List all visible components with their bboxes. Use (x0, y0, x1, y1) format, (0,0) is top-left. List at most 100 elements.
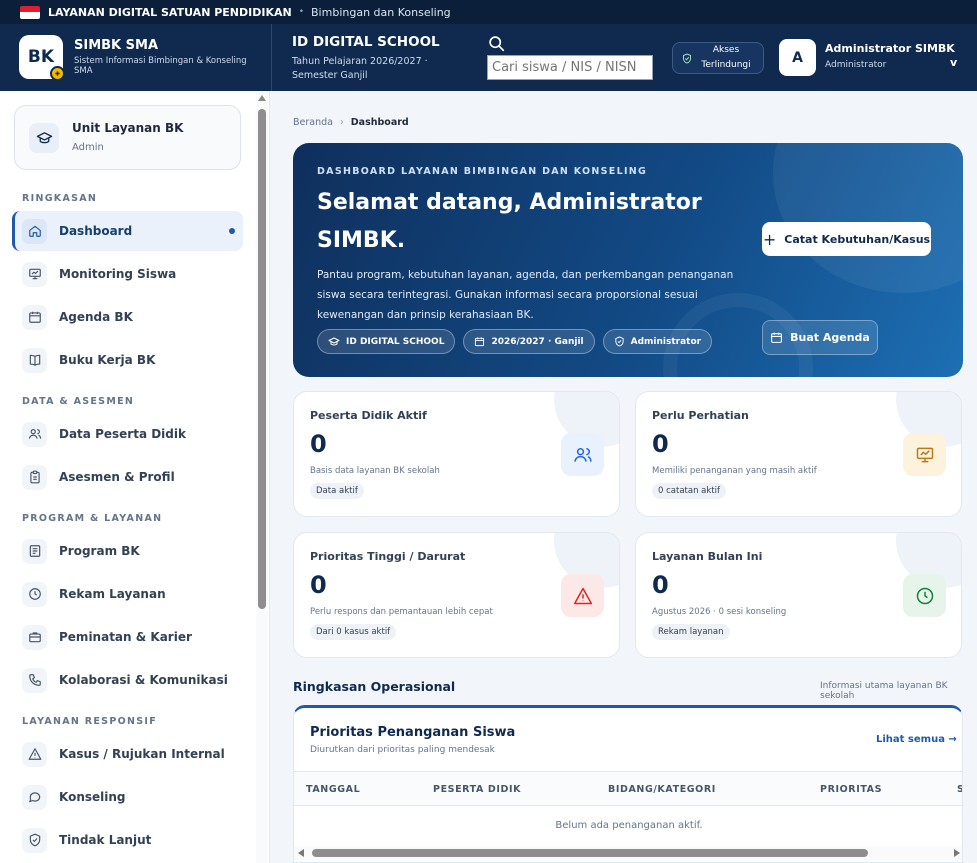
sidebar-item-asesmen-profil[interactable]: Asesmen & Profil (12, 457, 243, 497)
users-icon (22, 421, 47, 447)
sidebar-item-label: Dashboard (59, 224, 133, 238)
sidebar-item-peminatan-karier[interactable]: Peminatan & Karier (12, 617, 243, 657)
user-role: Administrator (825, 60, 887, 70)
warning-icon (561, 574, 604, 617)
stat-card-layanan-bulan-ini[interactable]: Layanan Bulan Ini 0 Agustus 2026 · 0 ses… (635, 532, 962, 658)
shield-check-icon (22, 827, 47, 853)
user-name[interactable]: Administrator SIMBK (825, 42, 955, 55)
scroll-up-arrow-icon[interactable] (258, 95, 266, 101)
sidebar-item-kasus-rujukan[interactable]: Kasus / Rujukan Internal (12, 734, 243, 774)
shield-check-icon (615, 336, 624, 347)
scroll-left-arrow-icon[interactable] (298, 849, 304, 857)
banner-subtitle: Bimbingan dan Konseling (311, 5, 451, 19)
catat-kebutuhan-button[interactable]: + Catat Kebutuhan/Kasus (762, 222, 931, 256)
stat-title: Layanan Bulan Ini (652, 550, 763, 563)
sidebar-item-label: Asesmen & Profil (59, 470, 175, 484)
user-menu-chevron-icon[interactable]: v (950, 56, 957, 69)
sidebar-item-data-peserta-didik[interactable]: Data Peserta Didik (12, 414, 243, 454)
school-name: ID DIGITAL SCHOOL (292, 34, 440, 50)
active-indicator (229, 228, 235, 234)
sidebar-item-label: Data Peserta Didik (59, 427, 186, 441)
sidebar-item-agenda-bk[interactable]: Agenda BK (12, 297, 243, 337)
section-title: Ringkasan Operasional (293, 679, 456, 694)
unit-title: Unit Layanan BK (72, 121, 184, 135)
stat-card-peserta-didik[interactable]: Peserta Didik Aktif 0 Basis data layanan… (293, 391, 620, 517)
stat-badge: 0 catatan aktif (652, 483, 726, 499)
sidebar-item-kolaborasi-komunikasi[interactable]: Kolaborasi & Komunikasi (12, 660, 243, 700)
hero-chips: ID DIGITAL SCHOOL 2026/2027 · Ganjil Adm… (317, 329, 720, 354)
sidebar-item-label: Rekam Layanan (59, 587, 166, 601)
sidebar-item-monitoring-siswa[interactable]: Monitoring Siswa (12, 254, 243, 294)
card-subtitle: Diurutkan dari prioritas paling mendesak (310, 745, 495, 755)
chip-role: Administrator (602, 329, 713, 354)
search-icon[interactable] (488, 35, 505, 52)
sidebar-item-tindak-lanjut[interactable]: Tindak Lanjut (12, 820, 243, 860)
stat-subtitle: Agustus 2026 · 0 sesi konseling (652, 607, 787, 617)
sidebar-item-label: Program BK (59, 544, 140, 558)
stat-badge: Rekam layanan (652, 624, 730, 640)
breadcrumb-home[interactable]: Beranda (293, 117, 333, 128)
column-header-tanggal[interactable]: TANGGAL (306, 784, 360, 795)
plus-icon: + (762, 229, 777, 249)
banner-separator: • (298, 7, 305, 17)
stat-subtitle: Perlu respons dan pemantauan lebih cepat (310, 607, 493, 617)
breadcrumb-current: Dashboard (350, 117, 409, 128)
unit-card[interactable]: Unit Layanan BK Admin (14, 105, 241, 170)
sidebar-scrollbar-thumb[interactable] (258, 109, 266, 609)
column-header-prioritas[interactable]: PRIORITAS (820, 784, 882, 795)
sidebar-item-label: Buku Kerja BK (59, 353, 156, 367)
breadcrumb-separator: › (339, 117, 344, 128)
section-label-ringkasan: RINGKASAN (22, 193, 98, 204)
table-horizontal-scrollbar[interactable] (294, 846, 962, 860)
column-header-peserta-didik[interactable]: PESERTA DIDIK (433, 784, 521, 795)
avatar[interactable]: A (779, 39, 816, 76)
column-header-status[interactable]: S (957, 784, 962, 795)
stat-title: Perlu Perhatian (652, 409, 749, 422)
scroll-right-arrow-icon[interactable] (954, 849, 960, 857)
sidebar-item-rekam-layanan[interactable]: Rekam Layanan (12, 574, 243, 614)
priority-table-card: Prioritas Penanganan Siswa Diurutkan dar… (293, 705, 963, 863)
section-label-data-asesmen: DATA & ASESMEN (22, 396, 135, 407)
hero-title: Selamat datang, Administrator SIMBK. (317, 190, 702, 253)
breadcrumb: Beranda › Dashboard (293, 117, 409, 128)
stat-subtitle: Memiliki penanganan yang masih aktif (652, 466, 817, 476)
buat-agenda-label: Buat Agenda (790, 331, 870, 344)
home-icon (22, 218, 47, 244)
hero-decoration (773, 143, 963, 293)
section-subtitle: Informasi utama layanan BK sekolah (820, 681, 948, 701)
section-label-program-layanan: PROGRAM & LAYANAN (22, 513, 163, 524)
monitor-icon (22, 261, 47, 287)
stat-card-perlu-perhatian[interactable]: Perlu Perhatian 0 Memiliki penanganan ya… (635, 391, 962, 517)
sidebar-item-label: Tindak Lanjut (59, 833, 152, 847)
unit-role: Admin (72, 142, 104, 153)
horizontal-scrollbar-thumb[interactable] (312, 849, 868, 857)
school-period: Tahun Pelajaran 2026/2027 · Semester Gan… (292, 56, 428, 81)
sidebar: Unit Layanan BK Admin RINGKASAN Dashboar… (0, 91, 270, 863)
shield-check-icon (682, 52, 692, 64)
phone-icon (22, 667, 47, 693)
column-header-bidang-kategori[interactable]: BIDANG/KATEGORI (608, 784, 716, 795)
sidebar-item-dashboard[interactable]: Dashboard (12, 211, 243, 251)
app-logo[interactable]: BK (19, 35, 65, 81)
top-banner: LAYANAN DIGITAL SATUAN PENDIDIKAN • Bimb… (0, 0, 977, 24)
access-label: Akses Terlindungi (701, 45, 751, 70)
document-icon (22, 538, 47, 564)
chip-school: ID DIGITAL SCHOOL (317, 329, 456, 354)
sidebar-item-label: Peminatan & Karier (59, 630, 192, 644)
clipboard-icon (22, 464, 47, 490)
search-input[interactable] (487, 55, 653, 80)
sidebar-item-program-bk[interactable]: Program BK (12, 531, 243, 571)
stat-value: 0 (310, 571, 327, 599)
sidebar-item-konseling[interactable]: Konseling (12, 777, 243, 817)
briefcase-icon (22, 624, 47, 650)
stat-value: 0 (652, 430, 669, 458)
stat-subtitle: Basis data layanan BK sekolah (310, 466, 440, 476)
logo-text: BK (27, 47, 55, 67)
stat-card-prioritas-tinggi[interactable]: Prioritas Tinggi / Darurat 0 Perlu respo… (293, 532, 620, 658)
card-title: Prioritas Penanganan Siswa (310, 725, 516, 740)
book-icon (22, 347, 47, 373)
sidebar-item-label: Agenda BK (59, 310, 133, 324)
buat-agenda-button[interactable]: Buat Agenda (762, 320, 878, 355)
view-all-link[interactable]: Lihat semua → (876, 734, 957, 745)
sidebar-item-buku-kerja-bk[interactable]: Buku Kerja BK (12, 340, 243, 380)
